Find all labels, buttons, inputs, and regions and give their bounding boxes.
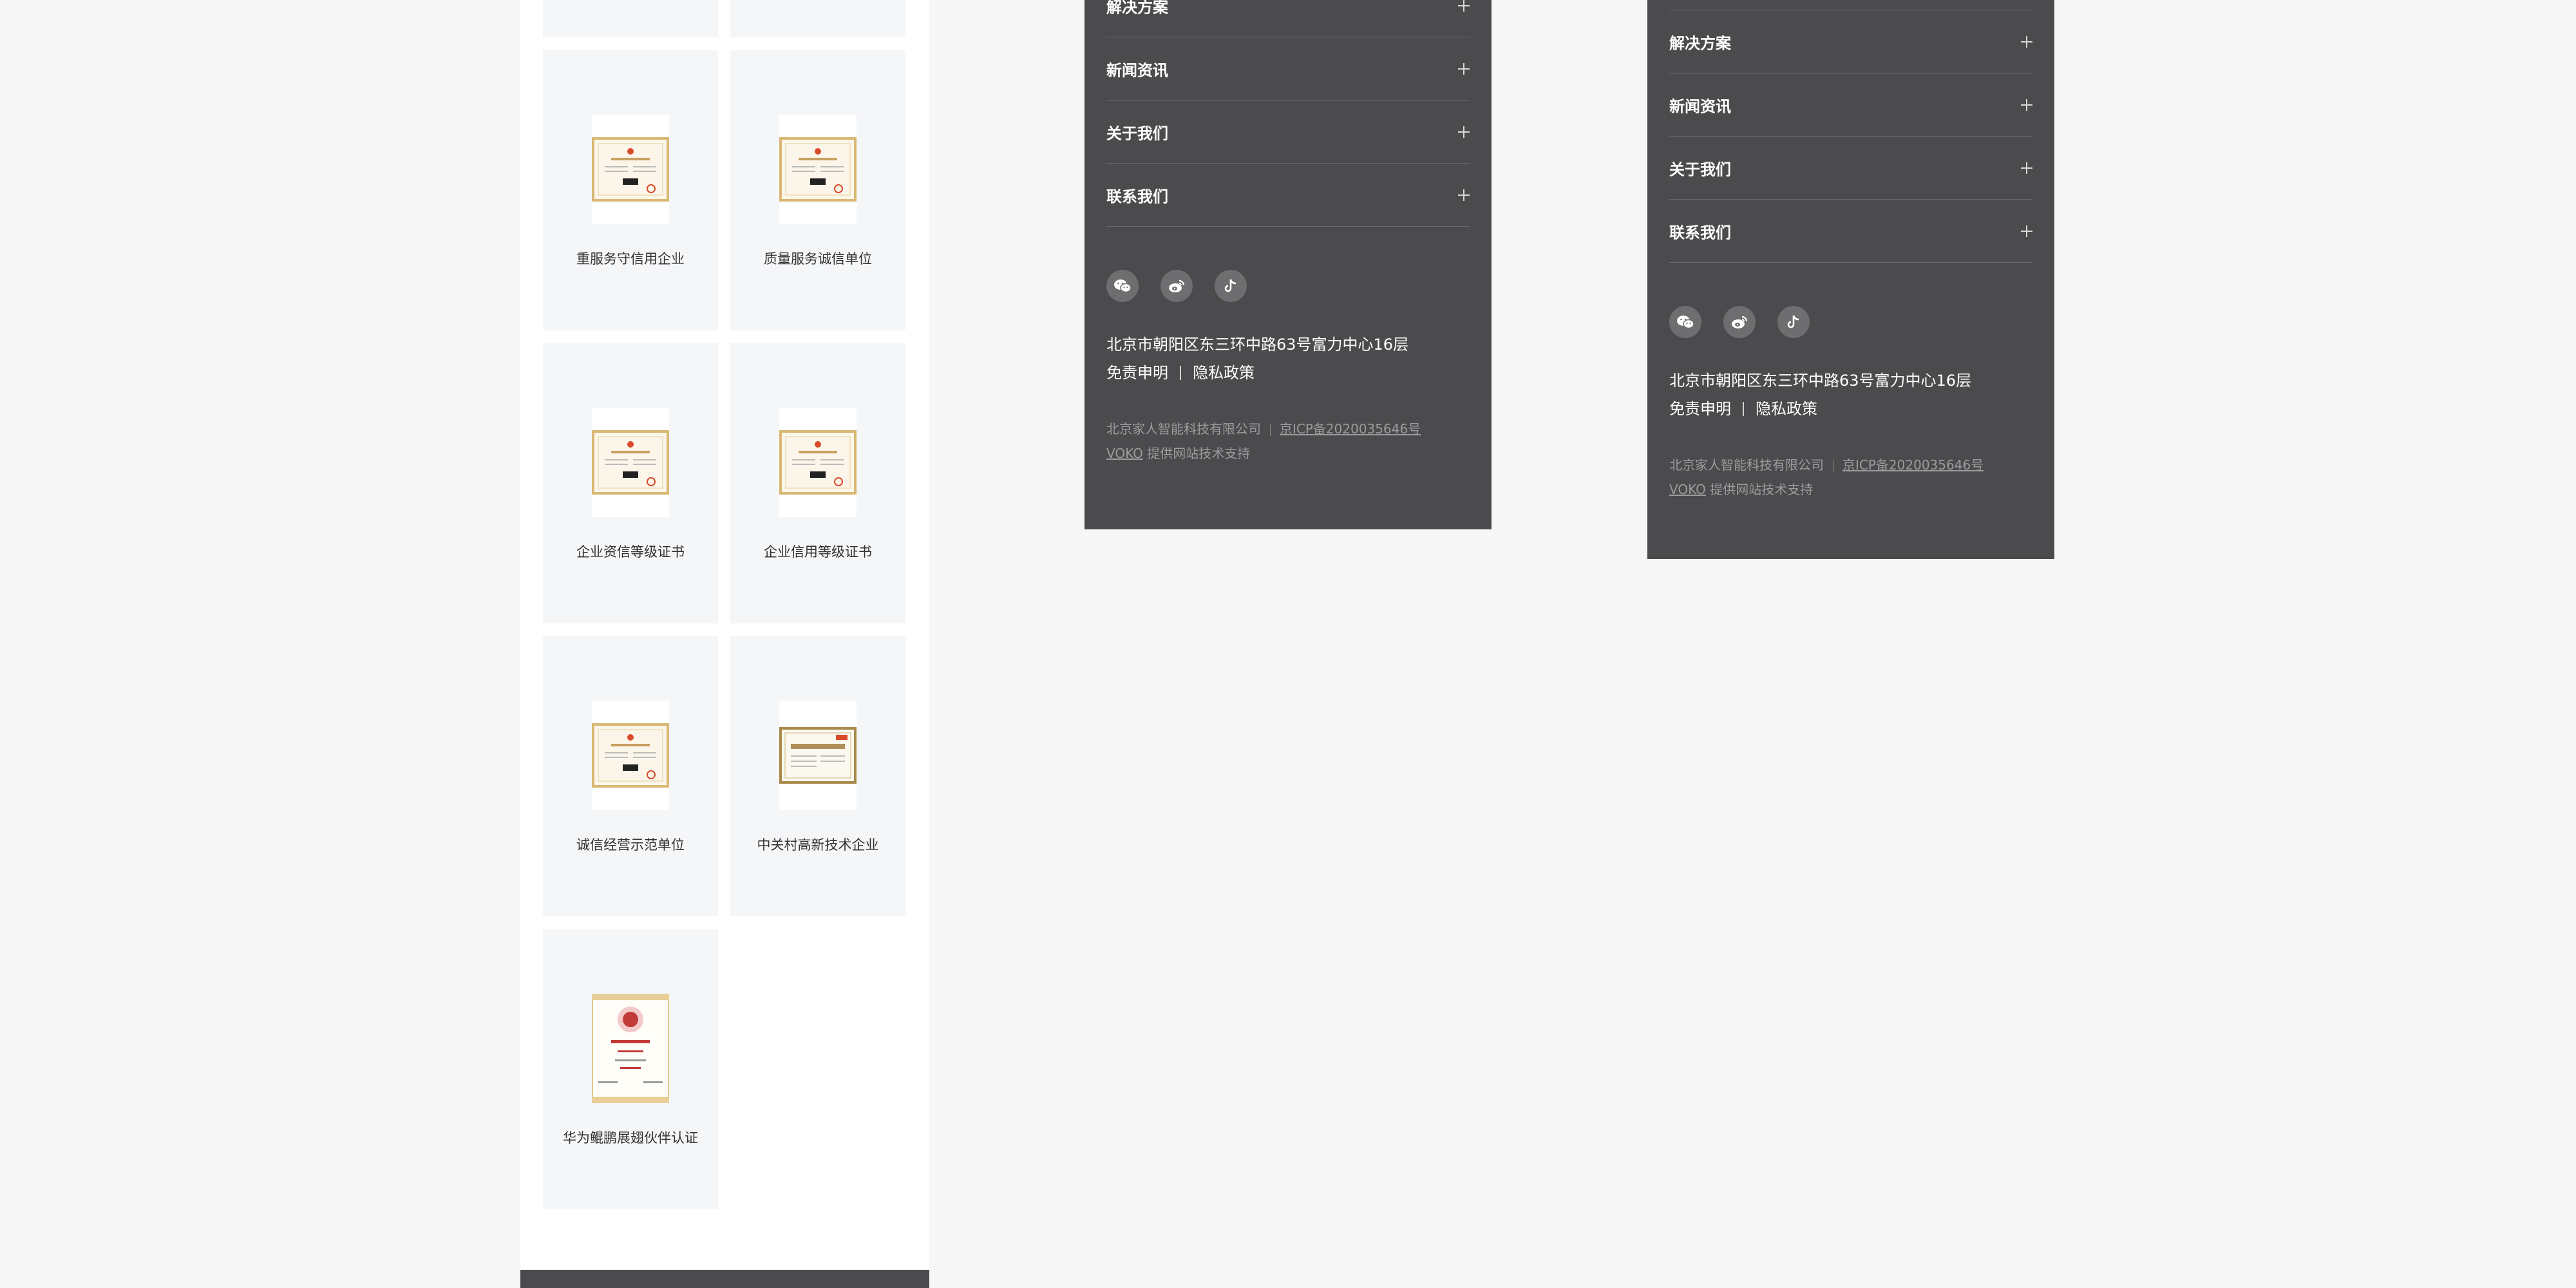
certificate-card[interactable]: 企业信用等级证书 (730, 343, 905, 623)
certificate-card[interactable]: 华为鲲鹏展翅伙伴认证 (543, 929, 718, 1209)
accordion-label: 关于我们 (1106, 124, 1168, 142)
copyright-info: 北京家人智能科技有限公司 京ICP备2020035646号 VOKO 提供网站技术… (1106, 417, 1470, 466)
icp-link[interactable]: 京ICP备2020035646号 (1842, 457, 1984, 473)
mobile-page-certificates: 重服务守信用企业 质量服务诚信单位 企业资信等级证书 企业信用等级证书 诚信经营… (520, 0, 929, 1288)
plus-icon[interactable] (1458, 0, 1470, 12)
weibo-icon[interactable] (1723, 306, 1756, 338)
support-text: 提供网站技术支持 (1147, 446, 1251, 461)
certificate-title: 企业信用等级证书 (764, 544, 872, 560)
douyin-icon[interactable] (1777, 306, 1810, 338)
wechat-icon[interactable] (1669, 306, 1701, 338)
footer-accordion-about[interactable]: 关于我们 (1669, 137, 2032, 200)
footer-accordion-news[interactable]: 新闻资讯 (1106, 37, 1470, 100)
divider (1743, 402, 1744, 416)
plus-icon[interactable] (1458, 62, 1470, 75)
voko-link[interactable]: VOKO (1669, 482, 1706, 497)
certificate-card[interactable] (730, 0, 905, 37)
accordion-label: 关于我们 (1669, 160, 1731, 178)
copyright-info: 北京家人智能科技有限公司 京ICP备2020035646号 VOKO 提供网站技术… (1669, 453, 2032, 502)
footer-accordion-about[interactable]: 关于我们 (1106, 100, 1470, 164)
divider (1180, 366, 1181, 380)
accordion-label: 解决方案 (1106, 0, 1168, 16)
company-name: 北京家人智能科技有限公司 (1106, 421, 1261, 437)
certificate-image (592, 701, 669, 810)
certificate-title: 质量服务诚信单位 (764, 251, 872, 267)
social-links (1106, 270, 1470, 302)
plus-icon[interactable] (1458, 126, 1470, 138)
plus-icon[interactable] (1458, 189, 1470, 201)
certificate-image (592, 115, 669, 224)
footer-accordion-solutions[interactable]: 解决方案 (1669, 10, 2032, 73)
weibo-icon[interactable] (1160, 270, 1193, 302)
disclaimer-link[interactable]: 免责申明 (1106, 359, 1168, 387)
certificate-image (779, 701, 857, 810)
certificate-image (779, 115, 857, 224)
icp-link[interactable]: 京ICP备2020035646号 (1280, 421, 1421, 437)
plus-icon[interactable] (2021, 225, 2032, 237)
certificate-title: 企业资信等级证书 (576, 544, 685, 560)
certificate-image (592, 994, 669, 1103)
accordion-label: 联系我们 (1669, 223, 1731, 242)
plus-icon[interactable] (2021, 99, 2032, 111)
wechat-icon[interactable] (1106, 270, 1139, 302)
legal-links: 免责申明 隐私政策 (1669, 395, 2032, 423)
certificate-card[interactable] (543, 0, 718, 37)
divider (1270, 424, 1271, 436)
certificate-grid: 重服务守信用企业 质量服务诚信单位 企业资信等级证书 企业信用等级证书 诚信经营… (543, 0, 907, 1209)
site-footer: 解决方案 新闻资讯 关于我们 联系我们 北京市朝阳区东三环中路63号富力中心16… (1647, 0, 2054, 559)
certificate-card[interactable]: 质量服务诚信单位 (730, 50, 905, 330)
footer-strip (520, 1270, 929, 1288)
certificate-card[interactable]: 中关村高新技术企业 (730, 636, 905, 916)
accordion-label: 解决方案 (1669, 34, 1731, 52)
social-links (1669, 306, 2032, 338)
plus-icon[interactable] (2021, 35, 2032, 48)
certificate-image (592, 408, 669, 517)
privacy-link[interactable]: 隐私政策 (1193, 359, 1255, 387)
disclaimer-link[interactable]: 免责申明 (1669, 395, 1731, 423)
voko-link[interactable]: VOKO (1106, 446, 1143, 461)
douyin-icon[interactable] (1215, 270, 1247, 302)
certificate-title: 中关村高新技术企业 (757, 837, 879, 853)
certificate-card[interactable]: 诚信经营示范单位 (543, 636, 718, 916)
certificate-card[interactable]: 企业资信等级证书 (543, 343, 718, 623)
support-text: 提供网站技术支持 (1710, 482, 1814, 497)
certificate-title: 重服务守信用企业 (576, 251, 685, 267)
certificate-card[interactable]: 重服务守信用企业 (543, 50, 718, 330)
footer-accordion-top (1669, 0, 2032, 10)
privacy-link[interactable]: 隐私政策 (1756, 395, 1817, 423)
accordion-label: 新闻资讯 (1106, 61, 1168, 79)
company-address: 北京市朝阳区东三环中路63号富力中心16层 (1669, 372, 1972, 390)
accordion-label: 联系我们 (1106, 187, 1168, 205)
footer-accordion-news[interactable]: 新闻资讯 (1669, 73, 2032, 137)
legal-links: 免责申明 隐私政策 (1106, 359, 1470, 387)
accordion-label: 新闻资讯 (1669, 97, 1731, 115)
site-footer: 解决方案 新闻资讯 关于我们 联系我们 北京市朝阳区东三环中路63号富力中心16… (1084, 0, 1492, 529)
footer-accordion-solutions[interactable]: 解决方案 (1106, 0, 1470, 37)
company-name: 北京家人智能科技有限公司 (1669, 457, 1824, 473)
footer-accordion-contact[interactable]: 联系我们 (1106, 164, 1470, 227)
certificate-title: 华为鲲鹏展翅伙伴认证 (563, 1130, 698, 1146)
company-address: 北京市朝阳区东三环中路63号富力中心16层 (1106, 336, 1409, 354)
certificate-image (779, 408, 857, 517)
plus-icon[interactable] (2021, 162, 2032, 174)
footer-accordion-contact[interactable]: 联系我们 (1669, 200, 2032, 263)
certificate-title: 诚信经营示范单位 (576, 837, 685, 853)
